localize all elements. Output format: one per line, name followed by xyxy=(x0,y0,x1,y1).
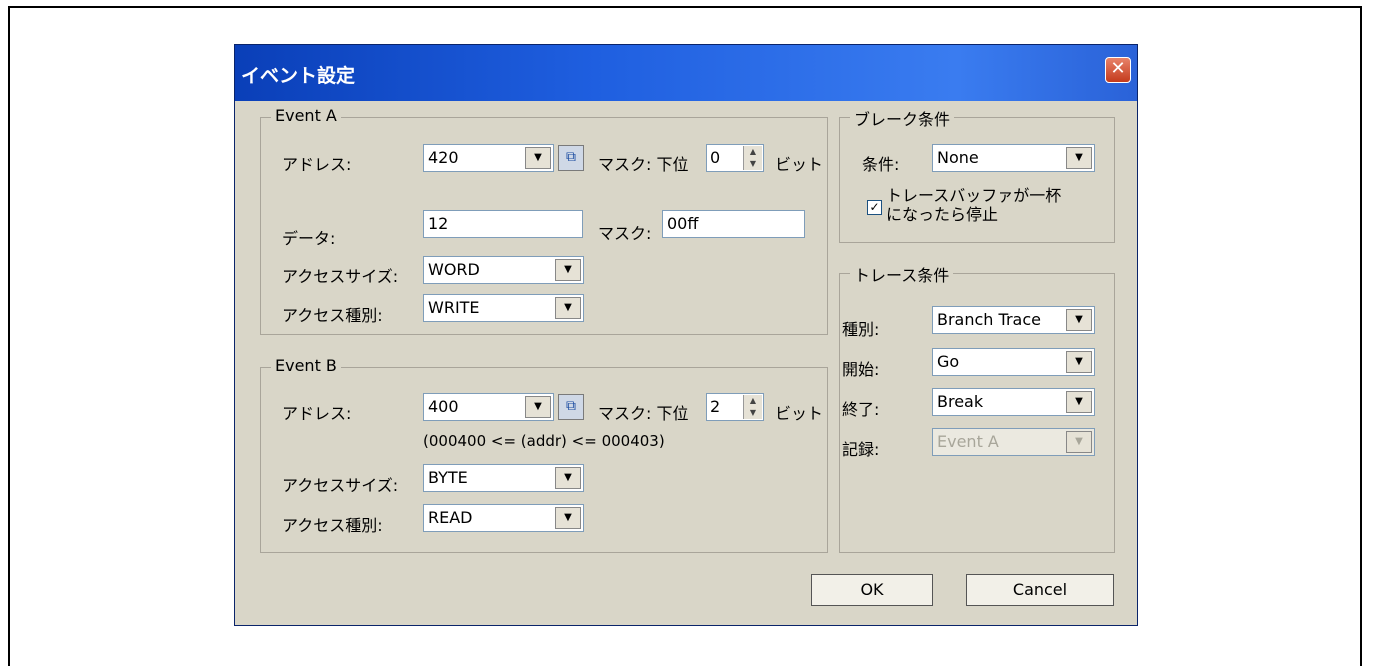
event-a-address-combo[interactable]: 420 ▼ xyxy=(423,144,554,172)
stop-on-buffer-full-label-line2: になったら停止 xyxy=(886,205,999,224)
event-a-mask-label: マスク: 下位 xyxy=(598,155,689,174)
chevron-down-icon[interactable]: ▼ xyxy=(555,297,581,319)
event-a-access-size-label: アクセスサイズ: xyxy=(282,267,399,286)
event-a-data-mask-field[interactable]: 00ff xyxy=(662,210,805,238)
event-b-access-type-combo[interactable]: READ ▼ xyxy=(423,504,584,532)
event-a-group: Event A アドレス: 420 ▼ ⧉ マスク: 下位 0 ▲ ▼ ビット デ… xyxy=(260,106,828,335)
dialog-title: イベント設定 xyxy=(241,65,356,87)
event-b-mask-label: マスク: 下位 xyxy=(598,404,689,423)
trace-end-combo[interactable]: Break ▼ xyxy=(932,388,1095,416)
address-browse-icon[interactable]: ⧉ xyxy=(558,394,584,420)
event-a-address-label: アドレス: xyxy=(282,155,352,174)
event-b-access-type-label: アクセス種別: xyxy=(282,516,383,535)
trace-end-label: 終了: xyxy=(842,400,880,419)
event-b-range-text: (000400 <= (addr) <= 000403) xyxy=(423,432,665,450)
break-cond-combo[interactable]: None ▼ xyxy=(932,144,1095,172)
trace-type-label: 種別: xyxy=(842,320,880,339)
chevron-down-icon[interactable]: ▼ xyxy=(1066,391,1092,413)
trace-record-combo: Event A ▼ xyxy=(932,428,1095,456)
title-bar[interactable]: イベント設定 ✕ xyxy=(235,45,1137,101)
trace-condition-group: トレース条件 種別: Branch Trace ▼ 開始: Go ▼ 終了: B… xyxy=(839,262,1115,553)
chevron-down-icon[interactable]: ▼ xyxy=(555,507,581,529)
event-a-data-mask-label: マスク: xyxy=(598,224,652,243)
trace-type-combo[interactable]: Branch Trace ▼ xyxy=(932,306,1095,334)
chevron-down-icon[interactable]: ▼ xyxy=(1066,309,1092,331)
event-b-access-size-label: アクセスサイズ: xyxy=(282,476,399,495)
break-condition-group: ブレーク条件 条件: None ▼ ✓ トレースバッファが一杯 になったら停止 xyxy=(839,106,1115,243)
trace-record-label: 記録: xyxy=(842,440,880,459)
spin-buttons-icon[interactable]: ▲ ▼ xyxy=(743,146,762,170)
event-a-data-field[interactable]: 12 xyxy=(423,210,583,238)
event-settings-dialog: イベント設定 ✕ Event A アドレス: 420 ▼ ⧉ マスク: 下位 0… xyxy=(234,44,1138,626)
address-browse-icon[interactable]: ⧉ xyxy=(558,145,584,171)
event-b-mask-bits-spinner[interactable]: 2 ▲ ▼ xyxy=(706,393,764,421)
trace-start-label: 開始: xyxy=(842,360,880,379)
chevron-down-icon[interactable]: ▼ xyxy=(525,396,551,418)
chevron-down-icon[interactable]: ▼ xyxy=(1066,351,1092,373)
spin-buttons-icon[interactable]: ▲ ▼ xyxy=(743,395,762,419)
chevron-down-icon[interactable]: ▼ xyxy=(1066,147,1092,169)
event-a-access-size-combo[interactable]: WORD ▼ xyxy=(423,256,584,284)
event-a-legend: Event A xyxy=(271,106,341,125)
cancel-button[interactable]: Cancel xyxy=(966,574,1114,606)
ok-button[interactable]: OK xyxy=(811,574,933,606)
event-a-data-label: データ: xyxy=(282,229,336,248)
close-button[interactable]: ✕ xyxy=(1105,57,1131,83)
event-b-address-combo[interactable]: 400 ▼ xyxy=(423,393,554,421)
event-b-address-label: アドレス: xyxy=(282,404,352,423)
chevron-down-icon: ▼ xyxy=(1066,431,1092,453)
close-icon: ✕ xyxy=(1110,58,1126,79)
break-cond-label: 条件: xyxy=(862,155,900,174)
event-b-legend: Event B xyxy=(271,356,341,375)
trace-start-combo[interactable]: Go ▼ xyxy=(932,348,1095,376)
event-a-mask-bits-spinner[interactable]: 0 ▲ ▼ xyxy=(706,144,764,172)
event-b-group: Event B アドレス: 400 ▼ ⧉ マスク: 下位 2 ▲ ▼ ビット (… xyxy=(260,356,828,553)
chevron-down-icon[interactable]: ▼ xyxy=(525,147,551,169)
event-b-access-size-combo[interactable]: BYTE ▼ xyxy=(423,464,584,492)
stop-on-buffer-full-checkbox[interactable]: ✓ xyxy=(867,200,882,215)
event-b-bits-label: ビット xyxy=(775,404,824,423)
chevron-down-icon[interactable]: ▼ xyxy=(555,259,581,281)
break-condition-legend: ブレーク条件 xyxy=(850,106,955,130)
chevron-down-icon[interactable]: ▼ xyxy=(555,467,581,489)
event-a-access-type-label: アクセス種別: xyxy=(282,306,383,325)
event-a-bits-label: ビット xyxy=(775,155,824,174)
event-a-access-type-combo[interactable]: WRITE ▼ xyxy=(423,294,584,322)
trace-condition-legend: トレース条件 xyxy=(850,262,954,286)
